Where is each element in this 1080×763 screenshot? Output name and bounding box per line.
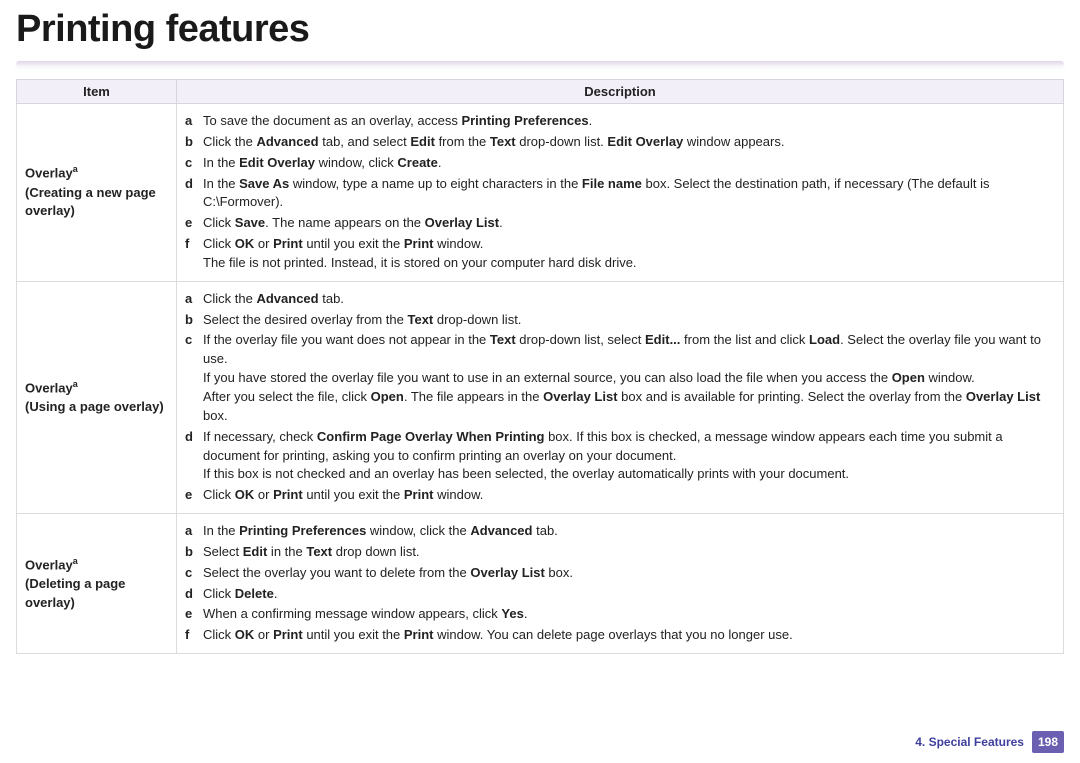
step-bullet: c: [185, 154, 203, 173]
step-bullet: d: [185, 428, 203, 447]
item-cell: Overlaya(Creating a new page overlay): [17, 104, 177, 282]
step-bullet: f: [185, 235, 203, 254]
step-bullet: c: [185, 564, 203, 583]
list-item: eWhen a confirming message window appear…: [185, 605, 1055, 624]
step-list: aTo save the document as an overlay, acc…: [185, 112, 1055, 273]
description-cell: aClick the Advanced tab.bSelect the desi…: [177, 281, 1064, 513]
step-text: Select the overlay you want to delete fr…: [203, 564, 1055, 583]
header-description: Description: [177, 80, 1064, 104]
step-bullet: a: [185, 290, 203, 309]
list-item: bSelect Edit in the Text drop down list.: [185, 543, 1055, 562]
step-list: aClick the Advanced tab.bSelect the desi…: [185, 290, 1055, 505]
item-subtitle: (Deleting a page overlay): [25, 575, 168, 613]
item-cell: Overlaya(Deleting a page overlay): [17, 514, 177, 654]
step-bullet: a: [185, 522, 203, 541]
step-text: To save the document as an overlay, acce…: [203, 112, 1055, 131]
step-text: When a confirming message window appears…: [203, 605, 1055, 624]
list-item: bSelect the desired overlay from the Tex…: [185, 311, 1055, 330]
item-name: Overlaya: [25, 163, 168, 183]
step-bullet: e: [185, 486, 203, 505]
step-bullet: b: [185, 133, 203, 152]
step-bullet: d: [185, 175, 203, 194]
table-row: Overlaya(Using a page overlay) aClick the…: [17, 281, 1064, 513]
step-text: Click Save. The name appears on the Over…: [203, 214, 1055, 233]
page-title: Printing features: [0, 0, 1080, 51]
step-text: If necessary, check Confirm Page Overlay…: [203, 428, 1055, 485]
list-item: fClick OK or Print until you exit the Pr…: [185, 626, 1055, 645]
step-bullet: e: [185, 605, 203, 624]
page-footer: 4. Special Features 198: [915, 731, 1064, 753]
title-separator: [16, 61, 1064, 67]
list-item: cIn the Edit Overlay window, click Creat…: [185, 154, 1055, 173]
features-table: Item Description Overlaya(Creating a new…: [16, 79, 1064, 654]
list-item: aClick the Advanced tab.: [185, 290, 1055, 309]
step-bullet: e: [185, 214, 203, 233]
item-subtitle: (Creating a new page overlay): [25, 184, 168, 222]
step-bullet: c: [185, 331, 203, 350]
step-text: In the Printing Preferences window, clic…: [203, 522, 1055, 541]
list-item: fClick OK or Print until you exit the Pr…: [185, 235, 1055, 273]
step-bullet: a: [185, 112, 203, 131]
table-body: Overlaya(Creating a new page overlay)aTo…: [17, 104, 1064, 654]
step-list: aIn the Printing Preferences window, cli…: [185, 522, 1055, 645]
step-bullet: d: [185, 585, 203, 604]
list-item: dIn the Save As window, type a name up t…: [185, 175, 1055, 213]
step-bullet: b: [185, 543, 203, 562]
header-item: Item: [17, 80, 177, 104]
table-row: Overlaya(Deleting a page overlay) aIn the…: [17, 514, 1064, 654]
step-text: Click Delete.: [203, 585, 1055, 604]
list-item: cIf the overlay file you want does not a…: [185, 331, 1055, 425]
step-text: Click the Advanced tab, and select Edit …: [203, 133, 1055, 152]
list-item: bClick the Advanced tab, and select Edit…: [185, 133, 1055, 152]
item-cell: Overlaya(Using a page overlay): [17, 281, 177, 513]
list-item: eClick Save. The name appears on the Ove…: [185, 214, 1055, 233]
footer-chapter: 4. Special Features: [915, 735, 1024, 749]
item-name: Overlaya: [25, 378, 168, 398]
step-text: Click OK or Print until you exit the Pri…: [203, 235, 1055, 273]
step-text: Click the Advanced tab.: [203, 290, 1055, 309]
step-text: If the overlay file you want does not ap…: [203, 331, 1055, 425]
footer-page-number: 198: [1032, 731, 1064, 753]
item-subtitle: (Using a page overlay): [25, 398, 168, 417]
item-name: Overlaya: [25, 555, 168, 575]
step-text: Select the desired overlay from the Text…: [203, 311, 1055, 330]
step-text: In the Edit Overlay window, click Create…: [203, 154, 1055, 173]
step-text: Click OK or Print until you exit the Pri…: [203, 486, 1055, 505]
table-row: Overlaya(Creating a new page overlay) aTo…: [17, 104, 1064, 282]
step-text: Click OK or Print until you exit the Pri…: [203, 626, 1055, 645]
description-cell: aTo save the document as an overlay, acc…: [177, 104, 1064, 282]
description-cell: aIn the Printing Preferences window, cli…: [177, 514, 1064, 654]
list-item: eClick OK or Print until you exit the Pr…: [185, 486, 1055, 505]
step-bullet: b: [185, 311, 203, 330]
list-item: cSelect the overlay you want to delete f…: [185, 564, 1055, 583]
step-text: In the Save As window, type a name up to…: [203, 175, 1055, 213]
step-text: Select Edit in the Text drop down list.: [203, 543, 1055, 562]
list-item: aIn the Printing Preferences window, cli…: [185, 522, 1055, 541]
list-item: dClick Delete.: [185, 585, 1055, 604]
list-item: dIf necessary, check Confirm Page Overla…: [185, 428, 1055, 485]
step-bullet: f: [185, 626, 203, 645]
list-item: aTo save the document as an overlay, acc…: [185, 112, 1055, 131]
